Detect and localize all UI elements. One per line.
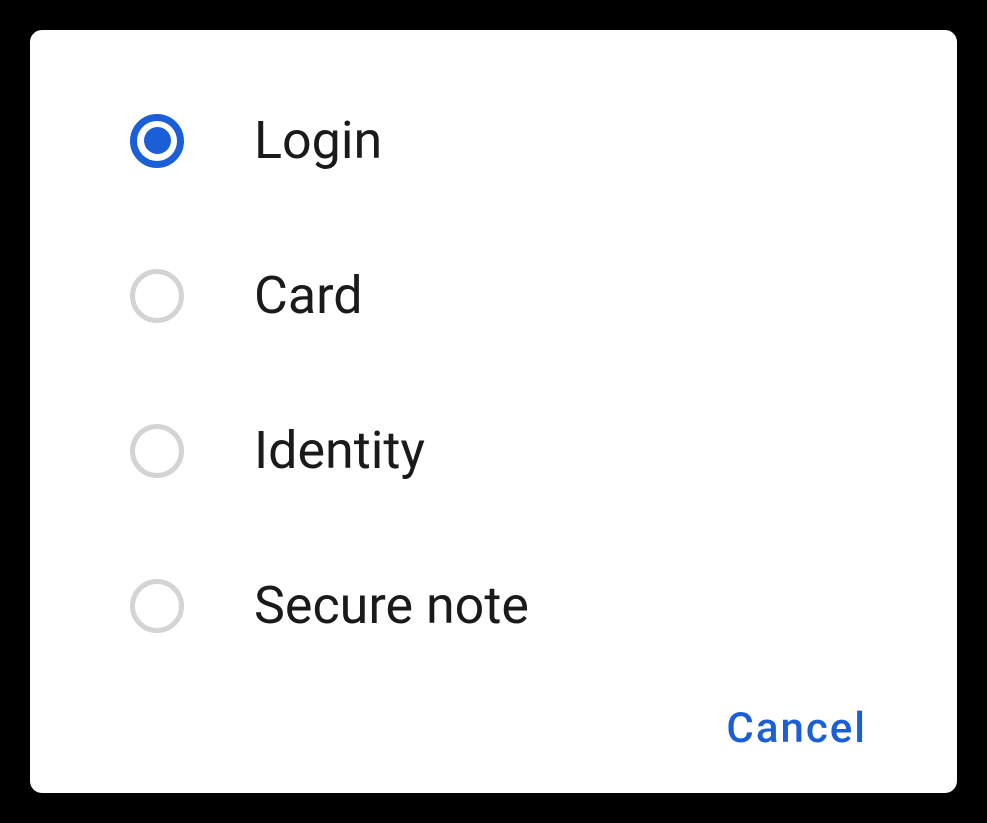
- cancel-button[interactable]: Cancel: [726, 704, 867, 753]
- option-label: Secure note: [254, 575, 529, 636]
- radio-unselected-icon: [130, 269, 184, 323]
- option-label: Login: [254, 110, 382, 171]
- radio-selected-icon: [130, 114, 184, 168]
- option-label: Identity: [254, 420, 425, 481]
- radio-dot-icon: [144, 127, 171, 154]
- radio-unselected-icon: [130, 424, 184, 478]
- item-type-dialog: Login Card Identity Secure note Cancel: [30, 30, 957, 793]
- option-label: Card: [254, 265, 363, 326]
- radio-unselected-icon: [130, 579, 184, 633]
- option-secure-note[interactable]: Secure note: [130, 575, 877, 636]
- option-identity[interactable]: Identity: [130, 420, 877, 481]
- options-list: Login Card Identity Secure note: [130, 90, 877, 674]
- dialog-actions: Cancel: [130, 674, 877, 753]
- option-card[interactable]: Card: [130, 265, 877, 326]
- option-login[interactable]: Login: [130, 110, 877, 171]
